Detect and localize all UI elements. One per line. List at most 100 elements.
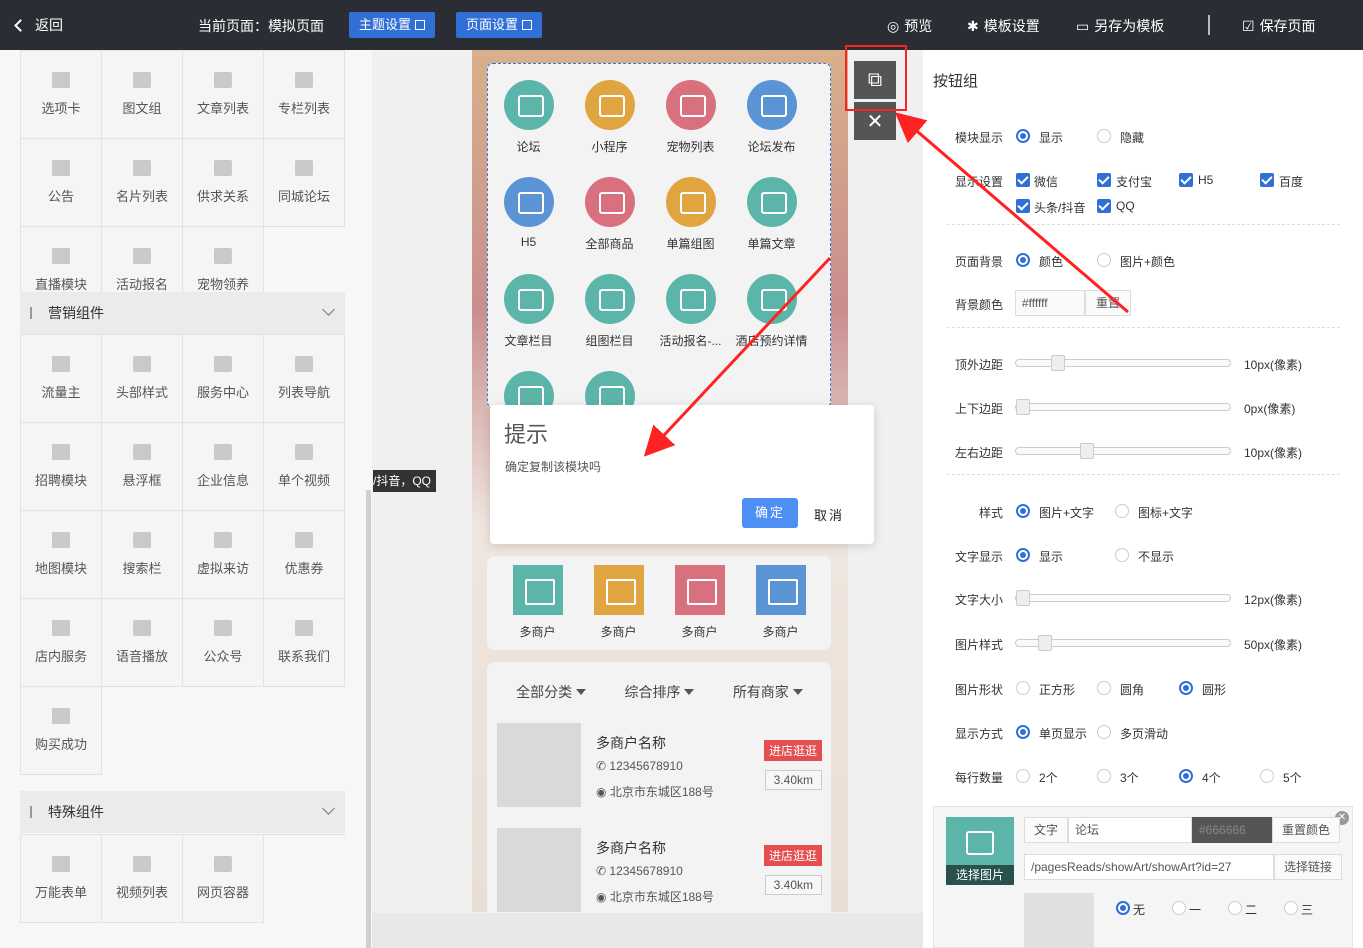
component-item[interactable]: 文章列表 — [183, 51, 264, 139]
bg-color-radio[interactable] — [1016, 253, 1030, 267]
single-page-radio[interactable] — [1016, 725, 1030, 739]
badge-two-radio[interactable] — [1228, 901, 1242, 915]
section-special[interactable]: 特殊组件 — [20, 791, 345, 833]
component-item[interactable]: 网页容器 — [183, 835, 264, 923]
button-group-item[interactable]: 论坛 — [488, 80, 569, 155]
component-item[interactable]: 列表导航 — [264, 335, 345, 423]
filter-dropdown[interactable]: 综合排序 — [624, 682, 695, 702]
shape-rounded-radio[interactable] — [1097, 681, 1111, 695]
text-hide-radio[interactable] — [1115, 548, 1129, 562]
badge-none-radio[interactable] — [1116, 901, 1130, 915]
merchant-row[interactable]: 多商户名称 ✆ 12345678910 ◉ 北京市东城区188号 进店逛逛 3.40km — [497, 723, 822, 807]
template-settings-button[interactable]: ✱ 模板设置 — [967, 16, 1040, 36]
component-item[interactable]: 店内服务 — [21, 599, 102, 687]
component-item[interactable]: 专栏列表 — [264, 51, 345, 139]
component-item[interactable]: 公告 — [21, 139, 102, 227]
button-group-item[interactable]: 小程序 — [569, 80, 650, 155]
component-item[interactable]: 服务中心 — [183, 335, 264, 423]
choose-link-button[interactable]: 选择链接 — [1274, 854, 1342, 880]
component-item[interactable]: 图文组 — [102, 51, 183, 139]
component-item[interactable]: 公众号 — [183, 599, 264, 687]
scrollbar[interactable] — [366, 490, 371, 948]
merchant-button[interactable]: 多商户 — [497, 565, 578, 640]
slider-handle[interactable] — [1016, 399, 1030, 415]
slider-handle[interactable] — [1016, 590, 1030, 606]
button-group-item[interactable]: 活动报名-... — [650, 274, 731, 349]
component-item[interactable]: 头部样式 — [102, 335, 183, 423]
button-group-item[interactable]: 酒店预约详情 — [731, 274, 812, 349]
button-group-item[interactable]: 组图栏目 — [569, 274, 650, 349]
component-item[interactable]: 购买成功 — [21, 687, 102, 775]
per-row-5-radio[interactable] — [1260, 769, 1274, 783]
alipay-checkbox[interactable] — [1097, 173, 1111, 187]
button-group-item[interactable]: 宠物列表 — [650, 80, 731, 155]
bg-color-input[interactable]: #ffffff — [1015, 290, 1085, 316]
save-page-button[interactable]: ☑ 保存页面 — [1242, 16, 1316, 36]
visit-store-button[interactable]: 进店逛逛 — [763, 740, 822, 761]
component-item[interactable]: 联系我们 — [264, 599, 345, 687]
top-margin-slider[interactable] — [1015, 355, 1231, 371]
text-size-slider[interactable] — [1015, 590, 1231, 606]
wechat-checkbox[interactable] — [1016, 173, 1030, 187]
shape-square-radio[interactable] — [1016, 681, 1030, 695]
filter-dropdown[interactable]: 全部分类 — [516, 682, 587, 702]
component-item[interactable]: 视频列表 — [102, 835, 183, 923]
choose-image-button[interactable]: 选择图片 — [946, 865, 1014, 885]
module-show-radio[interactable] — [1016, 129, 1030, 143]
preview-button[interactable]: ◎ 预览 — [887, 16, 932, 36]
merchant-button[interactable]: 多商户 — [659, 565, 740, 640]
h5-checkbox[interactable] — [1179, 173, 1193, 187]
bg-reset-button[interactable]: 重置 — [1085, 290, 1131, 316]
vertical-margin-slider[interactable] — [1015, 399, 1231, 415]
module-hide-radio[interactable] — [1097, 129, 1111, 143]
merchant-row[interactable]: 多商户名称 ✆ 12345678910 ◉ 北京市东城区188号 进店逛逛 3.40km — [497, 828, 822, 912]
page-settings-button[interactable]: 页面设置 — [456, 12, 543, 38]
component-item[interactable]: 搜索栏 — [102, 511, 183, 599]
badge-three-radio[interactable] — [1284, 901, 1298, 915]
per-row-3-radio[interactable] — [1097, 769, 1111, 783]
confirm-button[interactable]: 确定 — [742, 498, 798, 528]
component-item[interactable]: 单个视频 — [264, 423, 345, 511]
button-group-item[interactable]: 文章栏目 — [488, 274, 569, 349]
slider-handle[interactable] — [1038, 635, 1052, 651]
button-group-item[interactable]: 单篇文章 — [731, 177, 812, 252]
link-input[interactable]: /pagesReads/showArt/showArt?id=27 — [1024, 854, 1274, 880]
component-item[interactable]: 万能表单 — [21, 835, 102, 923]
component-item[interactable]: 悬浮框 — [102, 423, 183, 511]
component-item[interactable]: 选项卡 — [21, 51, 102, 139]
filter-dropdown[interactable]: 所有商家 — [733, 682, 803, 702]
section-marketing[interactable]: 营销组件 — [20, 292, 345, 334]
component-item[interactable]: 招聘模块 — [21, 423, 102, 511]
component-item[interactable]: 虚拟来访 — [183, 511, 264, 599]
back-button[interactable]: 返回 — [14, 15, 63, 35]
qq-checkbox[interactable] — [1097, 199, 1111, 213]
button-group-item[interactable]: 全部商品 — [569, 177, 650, 252]
component-item[interactable]: 语音播放 — [102, 599, 183, 687]
component-item[interactable]: 供求关系 — [183, 139, 264, 227]
text-show-radio[interactable] — [1016, 548, 1030, 562]
button-group-item[interactable]: 论坛发布 — [731, 80, 812, 155]
component-item[interactable]: 名片列表 — [102, 139, 183, 227]
baidu-checkbox[interactable] — [1260, 173, 1274, 187]
badge-one-radio[interactable] — [1172, 901, 1186, 915]
multi-page-radio[interactable] — [1097, 725, 1111, 739]
per-row-2-radio[interactable] — [1016, 769, 1030, 783]
style-img-text-radio[interactable] — [1016, 504, 1030, 518]
component-item[interactable]: 企业信息 — [183, 423, 264, 511]
per-row-4-radio[interactable] — [1179, 769, 1193, 783]
component-item[interactable]: 流量主 — [21, 335, 102, 423]
visit-store-button[interactable]: 进店逛逛 — [763, 845, 822, 866]
cancel-button[interactable]: 取消 — [814, 505, 844, 524]
slider-handle[interactable] — [1051, 355, 1065, 371]
style-icon-text-radio[interactable] — [1115, 504, 1129, 518]
img-style-slider[interactable] — [1015, 635, 1231, 651]
slider-handle[interactable] — [1080, 443, 1094, 459]
save-as-template-button[interactable]: ▭ 另存为模板 — [1076, 16, 1164, 36]
theme-settings-button[interactable]: 主题设置 — [349, 12, 436, 38]
multi-merchant-buttons[interactable]: 多商户 多商户 多商户 多商户 — [487, 556, 831, 650]
component-item[interactable]: 地图模块 — [21, 511, 102, 599]
button-group-module[interactable]: 论坛 小程序 宠物列表 论坛发布 H5 全部商品 单篇组图 单篇文章 文章栏目 组图栏目 活动报名-… — [487, 63, 831, 421]
component-item[interactable]: 同城论坛 — [264, 139, 345, 227]
component-item[interactable]: 优惠券 — [264, 511, 345, 599]
button-group-item[interactable]: 单篇组图 — [650, 177, 731, 252]
